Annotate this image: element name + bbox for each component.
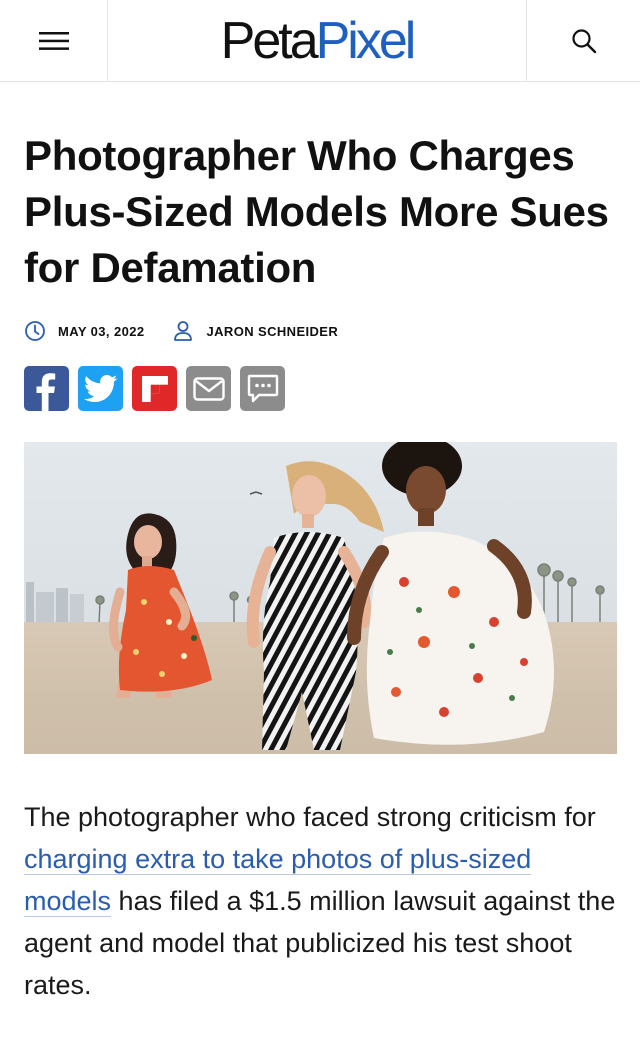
user-icon (172, 320, 194, 342)
hamburger-menu-icon (38, 31, 69, 50)
logo-peta: Peta (220, 11, 319, 70)
search-button[interactable] (526, 0, 640, 81)
twitter-icon (83, 374, 117, 402)
article-meta: MAY 03, 2022 JARON SCHNEIDER (24, 318, 338, 344)
site-header: Peta Pixel (0, 0, 640, 82)
flipboard-icon (141, 375, 168, 402)
article-intro: The photographer who faced strong critic… (24, 796, 620, 1006)
share-bar (24, 366, 285, 411)
email-icon (192, 376, 225, 401)
logo-pixel: Pixel (315, 11, 417, 70)
hero-image (24, 442, 617, 754)
site-logo[interactable]: Peta Pixel (108, 0, 526, 81)
facebook-share-button[interactable] (24, 366, 69, 411)
search-icon (571, 28, 596, 53)
twitter-share-button[interactable] (78, 366, 123, 411)
publish-date: MAY 03, 2022 (58, 323, 145, 339)
email-share-button[interactable] (186, 366, 231, 411)
body-text-start: The photographer who faced strong critic… (24, 802, 596, 832)
body-text-end: has filed a $1.5 million lawsuit against… (24, 886, 616, 1000)
menu-button[interactable] (0, 0, 108, 81)
comment-icon (247, 374, 278, 402)
comment-share-button[interactable] (240, 366, 285, 411)
clock-icon (24, 320, 46, 342)
article-title: Photographer Who Charges Plus-Sized Mode… (24, 132, 609, 291)
author-link[interactable]: JARON SCHNEIDER (206, 324, 338, 339)
facebook-icon (36, 373, 56, 411)
flipboard-share-button[interactable] (132, 366, 177, 411)
